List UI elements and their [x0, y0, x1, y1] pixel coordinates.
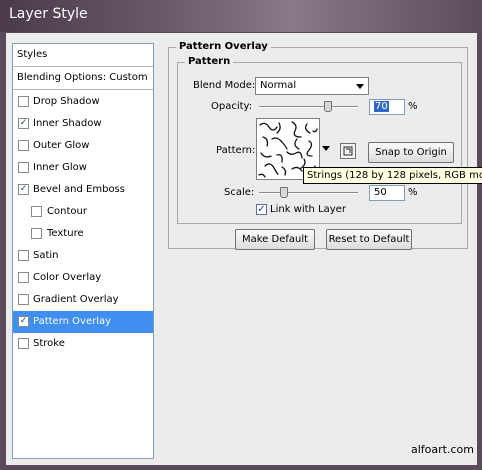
checkbox-drop-shadow[interactable]: [18, 96, 29, 107]
style-item-label: Color Overlay: [33, 272, 102, 283]
style-item-bevel-emboss[interactable]: ✓ Bevel and Emboss: [13, 179, 153, 201]
new-preset-icon: [343, 146, 353, 156]
blend-mode-value: Normal: [260, 80, 297, 91]
style-item-outer-glow[interactable]: Outer Glow: [13, 135, 153, 157]
style-item-label: Texture: [47, 228, 84, 239]
scale-unit: %: [408, 187, 418, 198]
blending-options-item[interactable]: Blending Options: Custom: [13, 67, 153, 90]
style-item-inner-shadow[interactable]: ✓ Inner Shadow: [13, 113, 153, 135]
pattern-label: Pattern:: [216, 145, 256, 156]
opacity-input[interactable]: 70: [369, 99, 405, 115]
opacity-unit: %: [408, 101, 418, 112]
blend-mode-select[interactable]: Normal: [255, 77, 369, 95]
style-item-label: Stroke: [33, 338, 65, 349]
checkbox-outer-glow[interactable]: [18, 140, 29, 151]
style-item-satin[interactable]: Satin: [13, 245, 153, 267]
checkbox-texture[interactable]: [31, 228, 42, 239]
opacity-value: 70: [374, 101, 389, 112]
snap-to-origin-button[interactable]: Snap to Origin: [368, 142, 454, 163]
pattern-dropdown-icon[interactable]: [322, 146, 330, 151]
checkbox-contour[interactable]: [31, 206, 42, 217]
window-title: Layer Style: [9, 6, 88, 22]
style-item-label: Outer Glow: [33, 140, 90, 151]
reset-to-default-button[interactable]: Reset to Default: [326, 229, 412, 250]
styles-header-label: Styles: [17, 49, 48, 60]
style-item-contour[interactable]: Contour: [13, 201, 153, 223]
checkbox-stroke[interactable]: [18, 338, 29, 349]
styles-panel: Styles Blending Options: Custom Drop Sha…: [12, 43, 154, 459]
style-item-label: Contour: [47, 206, 87, 217]
opacity-label: Opacity:: [211, 101, 253, 112]
checkbox-color-overlay[interactable]: [18, 272, 29, 283]
blending-options-label: Blending Options: Custom: [17, 72, 148, 83]
opacity-slider-track[interactable]: [259, 106, 358, 108]
style-item-label: Pattern Overlay: [33, 316, 112, 327]
scale-slider-thumb[interactable]: [280, 187, 288, 198]
style-item-label: Satin: [33, 250, 59, 261]
dialog-client: Styles Blending Options: Custom Drop Sha…: [6, 33, 482, 465]
style-item-label: Drop Shadow: [33, 96, 100, 107]
new-preset-button[interactable]: [340, 143, 356, 159]
style-item-stroke[interactable]: Stroke: [13, 333, 153, 355]
link-with-layer-label: Link with Layer: [270, 204, 346, 215]
chevron-down-icon: [356, 84, 364, 89]
styles-header[interactable]: Styles: [13, 44, 153, 67]
checkbox-pattern-overlay[interactable]: ✓: [18, 316, 29, 327]
scale-input[interactable]: 50: [369, 185, 405, 201]
pattern-overlay-title: Pattern Overlay: [176, 41, 271, 52]
opacity-slider-thumb[interactable]: [324, 101, 333, 112]
watermark-text: alfoart.com: [411, 443, 474, 456]
style-item-inner-glow[interactable]: Inner Glow: [13, 157, 153, 179]
style-item-gradient-overlay[interactable]: Gradient Overlay: [13, 289, 153, 311]
style-item-pattern-overlay[interactable]: ✓ Pattern Overlay: [13, 311, 153, 333]
style-item-label: Gradient Overlay: [33, 294, 119, 305]
style-item-texture[interactable]: Texture: [13, 223, 153, 245]
scale-slider-track[interactable]: [259, 192, 358, 194]
link-with-layer-checkbox[interactable]: ✓: [256, 204, 267, 215]
style-item-label: Inner Shadow: [33, 118, 102, 129]
checkbox-gradient-overlay[interactable]: [18, 294, 29, 305]
blend-mode-label: Blend Mode:: [193, 80, 256, 91]
style-item-drop-shadow[interactable]: Drop Shadow: [13, 91, 153, 113]
pattern-subgroup-title: Pattern: [185, 56, 234, 67]
checkbox-satin[interactable]: [18, 250, 29, 261]
pattern-tooltip: Strings (128 by 128 pixels, RGB mode): [303, 167, 482, 184]
checkbox-inner-glow[interactable]: [18, 162, 29, 173]
checkbox-inner-shadow[interactable]: ✓: [18, 118, 29, 129]
style-item-label: Bevel and Emboss: [33, 184, 125, 195]
style-item-label: Inner Glow: [33, 162, 87, 173]
style-item-color-overlay[interactable]: Color Overlay: [13, 267, 153, 289]
scale-label: Scale:: [224, 187, 255, 198]
title-bar[interactable]: Layer Style: [0, 0, 482, 32]
make-default-button[interactable]: Make Default: [235, 229, 315, 250]
checkbox-bevel-emboss[interactable]: ✓: [18, 184, 29, 195]
